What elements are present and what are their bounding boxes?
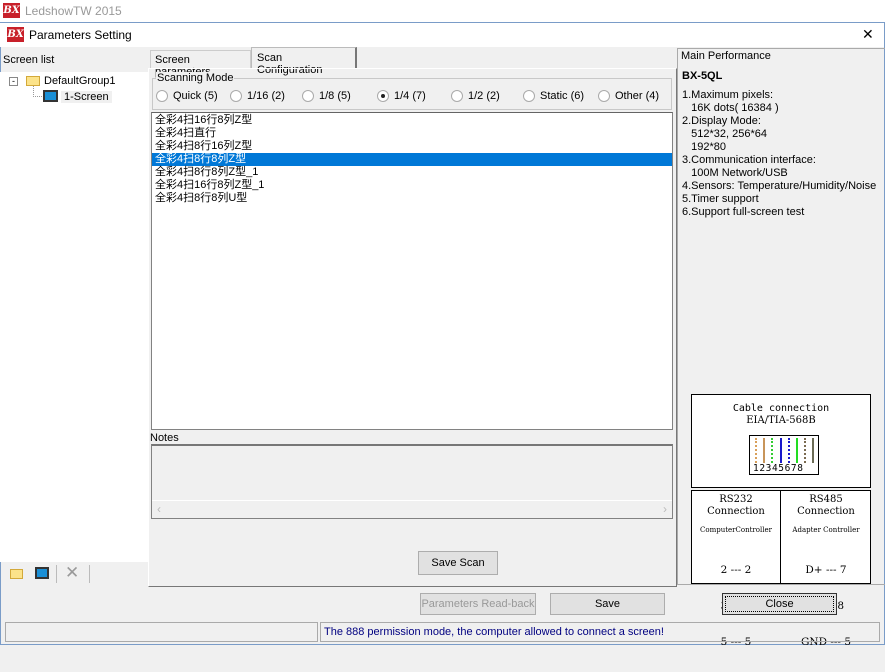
radio-other[interactable]: Other (4) — [598, 90, 659, 102]
parameters-readback-button[interactable]: Parameters Read-back — [420, 593, 536, 615]
list-item[interactable]: 全彩4扫16行8列Z型 — [152, 114, 672, 127]
cable-standard: EIA/TIA-568B — [746, 415, 816, 426]
wire-8 — [812, 438, 815, 463]
tree-screen[interactable]: 1-Screen — [61, 91, 112, 103]
rs485-col1: Adapter — [792, 526, 821, 534]
save-scan-button[interactable]: Save Scan — [418, 551, 498, 575]
performance-line: 16K dots( 16384 ) — [682, 102, 779, 114]
performance-line: 6.Support full-screen test — [682, 206, 805, 218]
main-performance-label: Main Performance — [681, 50, 771, 62]
radio-1-16[interactable]: 1/16 (2) — [230, 90, 285, 102]
tab-screen-parameters[interactable]: Screen parameters — [150, 50, 251, 78]
wire-3 — [771, 438, 774, 463]
list-item[interactable]: 全彩4扫16行8列Z型_1 — [152, 179, 672, 192]
app-title: LedshowTW 2015 — [25, 4, 122, 18]
delete-icon[interactable]: ✕ — [65, 563, 79, 583]
notes-label: Notes — [150, 432, 179, 444]
tree-group[interactable]: DefaultGroup1 — [44, 75, 116, 87]
save-button[interactable]: Save — [550, 593, 665, 615]
list-item[interactable]: 全彩4扫8行8列U型 — [152, 192, 672, 205]
close-icon[interactable]: ✕ — [862, 26, 874, 43]
performance-line: 5.Timer support — [682, 193, 759, 205]
notes-scrollbar[interactable]: ‹ › — [152, 500, 672, 518]
model-name: BX-5QL — [682, 70, 723, 82]
performance-line: 192*80 — [682, 141, 727, 153]
screen-list-label: Screen list — [3, 54, 55, 66]
dialog-logo: BX — [7, 27, 24, 42]
scroll-right-icon[interactable]: › — [663, 502, 667, 516]
performance-line: 1.Maximum pixels: — [682, 89, 774, 101]
cable-title: Cable connection — [732, 403, 830, 414]
screen-tree: - DefaultGroup1 1-Screen — [0, 72, 148, 562]
add-screen-icon[interactable] — [35, 567, 49, 579]
app-logo: BX — [3, 3, 20, 18]
wire-2 — [763, 438, 766, 463]
rs485-title: RS485 — [809, 494, 843, 505]
radio-1-4[interactable]: 1/4 (7) — [377, 90, 426, 102]
wire-5 — [787, 438, 790, 463]
wire-6 — [796, 438, 798, 463]
cable-connection-box: Cable connection EIA/TIA-568B 12345678 — [691, 394, 871, 488]
screen-icon — [43, 90, 58, 102]
folder-icon — [26, 76, 40, 86]
scanning-mode-label: Scanning Mode — [156, 72, 235, 84]
rs232-title: RS232 — [719, 494, 753, 505]
radio-quick[interactable]: Quick (5) — [156, 90, 218, 102]
rs485-subtitle: Connection — [797, 506, 855, 517]
wire-7 — [804, 438, 807, 463]
performance-list: 1.Maximum pixels: 16K dots( 16384 ) 2.Dis… — [682, 89, 876, 219]
pin-numbers: 12345678 — [753, 463, 804, 474]
performance-line: 4.Sensors: Temperature/Humidity/Noise — [682, 180, 877, 192]
performance-line: 2.Display Mode: — [682, 115, 761, 127]
performance-line: 512*32, 256*64 — [682, 128, 768, 140]
collapse-icon[interactable]: - — [9, 77, 18, 86]
add-group-folder-icon[interactable] — [10, 569, 23, 579]
serial-connection-box: RS232 Connection ComputerController 2 --… — [691, 490, 871, 648]
dialog-title: Parameters Setting — [29, 28, 132, 42]
scan-list[interactable]: 全彩4扫16行8列Z型 全彩4扫直行 全彩4扫8行16列Z型 全彩4扫8行8列Z… — [151, 112, 673, 430]
rs485-col2: Controller — [823, 526, 860, 534]
list-item-selected[interactable]: 全彩4扫8行8列Z型 — [152, 153, 672, 166]
radio-1-8[interactable]: 1/8 (5) — [302, 90, 351, 102]
status-message: The 888 permission mode, the computer al… — [320, 622, 880, 642]
radio-1-2[interactable]: 1/2 (2) — [451, 90, 500, 102]
wire-1 — [755, 438, 757, 463]
wire-4 — [779, 438, 782, 463]
close-button[interactable]: Close — [722, 593, 837, 615]
rs232-col2: Controller — [735, 526, 772, 534]
performance-line: 3.Communication interface: — [682, 154, 816, 166]
app-title-bar: BX LedshowTW 2015 — [0, 0, 885, 22]
rs232-row: 2 --- 2 — [720, 564, 752, 576]
rs485-row: D+ --- 7 — [805, 564, 847, 576]
list-item[interactable]: 全彩4扫直行 — [152, 127, 672, 140]
rs232-col1: Computer — [700, 526, 736, 534]
tab-scan-configuration[interactable]: Scan Configuration — [251, 47, 357, 76]
list-item[interactable]: 全彩4扫8行8列Z型_1 — [152, 166, 672, 179]
list-item[interactable]: 全彩4扫8行16列Z型 — [152, 140, 672, 153]
scroll-left-icon[interactable]: ‹ — [157, 502, 161, 516]
status-left — [5, 622, 318, 642]
performance-line: 100M Network/USB — [682, 167, 788, 179]
dialog-title-bar: BX Parameters Setting ✕ — [0, 23, 884, 47]
rs232-subtitle: Connection — [707, 506, 765, 517]
radio-static[interactable]: Static (6) — [523, 90, 584, 102]
